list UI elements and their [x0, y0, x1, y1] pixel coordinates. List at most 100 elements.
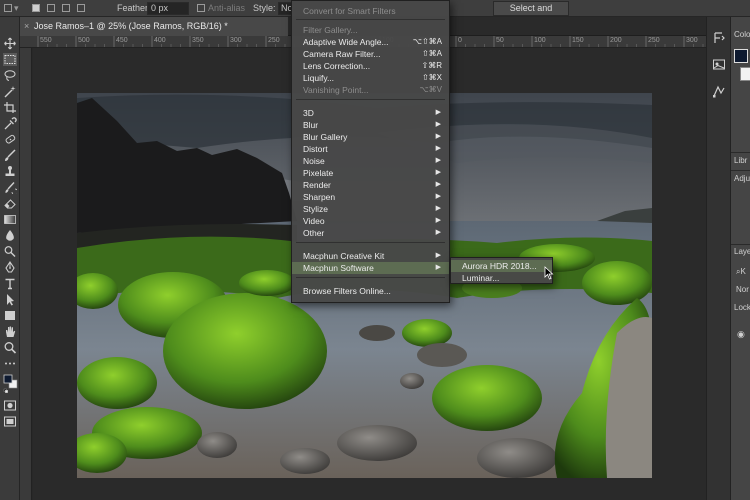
- menu-item-video[interactable]: Video ▶: [292, 215, 449, 227]
- ruler-label: 400: [154, 37, 166, 44]
- preset-dropdown-icon[interactable]: ▾: [14, 2, 19, 15]
- antialias-label: Anti-alias: [208, 3, 246, 13]
- layers-panel-label[interactable]: Laye: [734, 247, 750, 256]
- ruler-label: 300: [686, 37, 698, 44]
- zoom-tool-icon[interactable]: [3, 341, 17, 354]
- eraser-tool-icon[interactable]: [3, 197, 17, 210]
- close-tab-icon[interactable]: ×: [24, 17, 29, 36]
- feather-label: Feather:: [117, 3, 151, 13]
- lasso-tool-icon[interactable]: [3, 69, 17, 82]
- menu-item-label: Blur Gallery: [303, 132, 348, 142]
- menu-item-label: Camera Raw Filter...: [303, 49, 381, 59]
- feather-input[interactable]: 0 px: [147, 2, 189, 15]
- ruler-label: 200: [610, 37, 622, 44]
- submenu-arrow-icon: ▶: [435, 217, 441, 224]
- eye-visibility-icon[interactable]: ◉: [737, 329, 745, 340]
- tools-panel: [0, 17, 20, 500]
- submenu-arrow-icon: ▶: [435, 205, 441, 212]
- ruler-label: 350: [192, 37, 204, 44]
- more-tools-icon[interactable]: [3, 357, 17, 370]
- right-panel-stack: Colo Libr Adju Laye ⌕K Nor Lock ◉: [730, 17, 750, 500]
- history-brush-tool-icon[interactable]: [3, 181, 17, 194]
- antialias-checkbox[interactable]: [197, 4, 205, 12]
- style-select[interactable]: No: [278, 2, 292, 15]
- menu-item-label: Other: [303, 228, 325, 238]
- menu-item-stylize[interactable]: Stylize ▶: [292, 203, 449, 215]
- adjustments-panel-label[interactable]: Adju: [734, 174, 750, 183]
- path-selection-tool-icon[interactable]: [3, 293, 17, 306]
- macphun-software-submenu: Aurora HDR 2018... Luminar...: [450, 257, 553, 284]
- layer-kind-filter[interactable]: ⌕K: [736, 267, 746, 277]
- gradient-tool-icon[interactable]: [3, 213, 17, 226]
- hand-tool-icon[interactable]: [3, 325, 17, 338]
- history-panel-icon[interactable]: [712, 31, 726, 45]
- submenu-arrow-icon: ▶: [435, 181, 441, 188]
- pen-tool-icon[interactable]: [3, 261, 17, 274]
- menu-item-distort[interactable]: Distort ▶: [292, 143, 449, 155]
- menu-item-label: Stylize: [303, 204, 329, 214]
- menu-item-other[interactable]: Other ▶: [292, 227, 449, 239]
- color-panel-label[interactable]: Colo: [734, 30, 750, 39]
- move-tool-icon[interactable]: [3, 37, 17, 50]
- menu-item-noise[interactable]: Noise ▶: [292, 155, 449, 167]
- menu-item-browse-filters-online[interactable]: Browse Filters Online...: [292, 285, 449, 297]
- lock-label: Lock: [734, 303, 750, 312]
- crop-tool-icon[interactable]: [3, 101, 17, 114]
- menu-item-sharpen[interactable]: Sharpen ▶: [292, 191, 449, 203]
- color-swatches-icon[interactable]: [3, 373, 18, 393]
- menu-separator: [296, 277, 445, 278]
- eyedropper-tool-icon[interactable]: [3, 117, 17, 130]
- submenu-item-aurora-hdr-2018[interactable]: Aurora HDR 2018...: [451, 260, 552, 272]
- foreground-color-swatch[interactable]: [734, 49, 748, 63]
- menu-item-3d[interactable]: 3D ▶: [292, 107, 449, 119]
- menu-separator: [296, 242, 445, 243]
- menu-item-label: Liquify...: [303, 73, 335, 83]
- clone-stamp-tool-icon[interactable]: [3, 165, 17, 178]
- submenu-item-luminar[interactable]: Luminar...: [451, 272, 552, 284]
- quick-mask-icon[interactable]: [3, 399, 17, 412]
- healing-brush-tool-icon[interactable]: [3, 133, 17, 146]
- menu-item-macphun-creative-kit[interactable]: Macphun Creative Kit ▶: [292, 250, 449, 262]
- menu-item-shortcut: ⇧⌘R: [421, 61, 442, 70]
- brush-tool-icon[interactable]: [3, 149, 17, 162]
- subtract-selection-icon[interactable]: [62, 4, 70, 12]
- add-selection-icon[interactable]: [47, 4, 55, 12]
- menu-item-blur[interactable]: Blur ▶: [292, 119, 449, 131]
- type-tool-icon[interactable]: [3, 277, 17, 290]
- background-color-swatch[interactable]: [740, 67, 750, 81]
- dodge-tool-icon[interactable]: [3, 245, 17, 258]
- document-tab[interactable]: × Jose Ramos–1 @ 25% (Jose Ramos, RGB/16…: [20, 17, 288, 36]
- menu-item-macphun-software[interactable]: Macphun Software ▶: [292, 262, 449, 274]
- menu-item-liquify[interactable]: Liquify... ⇧⌘X: [292, 72, 449, 84]
- style-label: Style:: [253, 3, 276, 13]
- menu-item-shortcut: ⌥⌘V: [419, 85, 442, 94]
- menu-separator: [296, 99, 445, 100]
- intersect-selection-icon[interactable]: [77, 4, 85, 12]
- menu-item-lens-correction[interactable]: Lens Correction... ⇧⌘R: [292, 60, 449, 72]
- menu-item-adaptive-wide-angle[interactable]: Adaptive Wide Angle... ⌥⇧⌘A: [292, 36, 449, 48]
- menu-item-blur-gallery[interactable]: Blur Gallery ▶: [292, 131, 449, 143]
- mouse-cursor-icon: [544, 266, 554, 280]
- marquee-preset-icon[interactable]: [4, 4, 12, 12]
- ruler-label: 100: [534, 37, 546, 44]
- magic-wand-tool-icon[interactable]: [3, 85, 17, 98]
- menu-item-render[interactable]: Render ▶: [292, 179, 449, 191]
- submenu-arrow-icon: ▶: [435, 109, 441, 116]
- marquee-tool-icon[interactable]: [3, 53, 17, 66]
- properties-panel-icon[interactable]: [712, 58, 726, 72]
- panel-divider: [731, 170, 750, 171]
- paths-panel-icon[interactable]: [712, 84, 726, 98]
- blend-mode-select[interactable]: Nor: [736, 285, 749, 294]
- select-and-mask-button[interactable]: Select and Mask...: [493, 1, 569, 26]
- menu-item-pixelate[interactable]: Pixelate ▶: [292, 167, 449, 179]
- menu-item-camera-raw-filter[interactable]: Camera Raw Filter... ⇧⌘A: [292, 48, 449, 60]
- screen-mode-icon[interactable]: [3, 415, 17, 428]
- ruler-label: 450: [116, 37, 128, 44]
- shape-tool-icon[interactable]: [3, 309, 17, 322]
- menu-item-label: Lens Correction...: [303, 61, 371, 71]
- libraries-panel-label[interactable]: Libr: [734, 156, 747, 165]
- menu-item-label: Vanishing Point...: [303, 85, 369, 95]
- blur-tool-icon[interactable]: [3, 229, 17, 242]
- submenu-arrow-icon: ▶: [435, 169, 441, 176]
- new-selection-icon[interactable]: [32, 4, 40, 12]
